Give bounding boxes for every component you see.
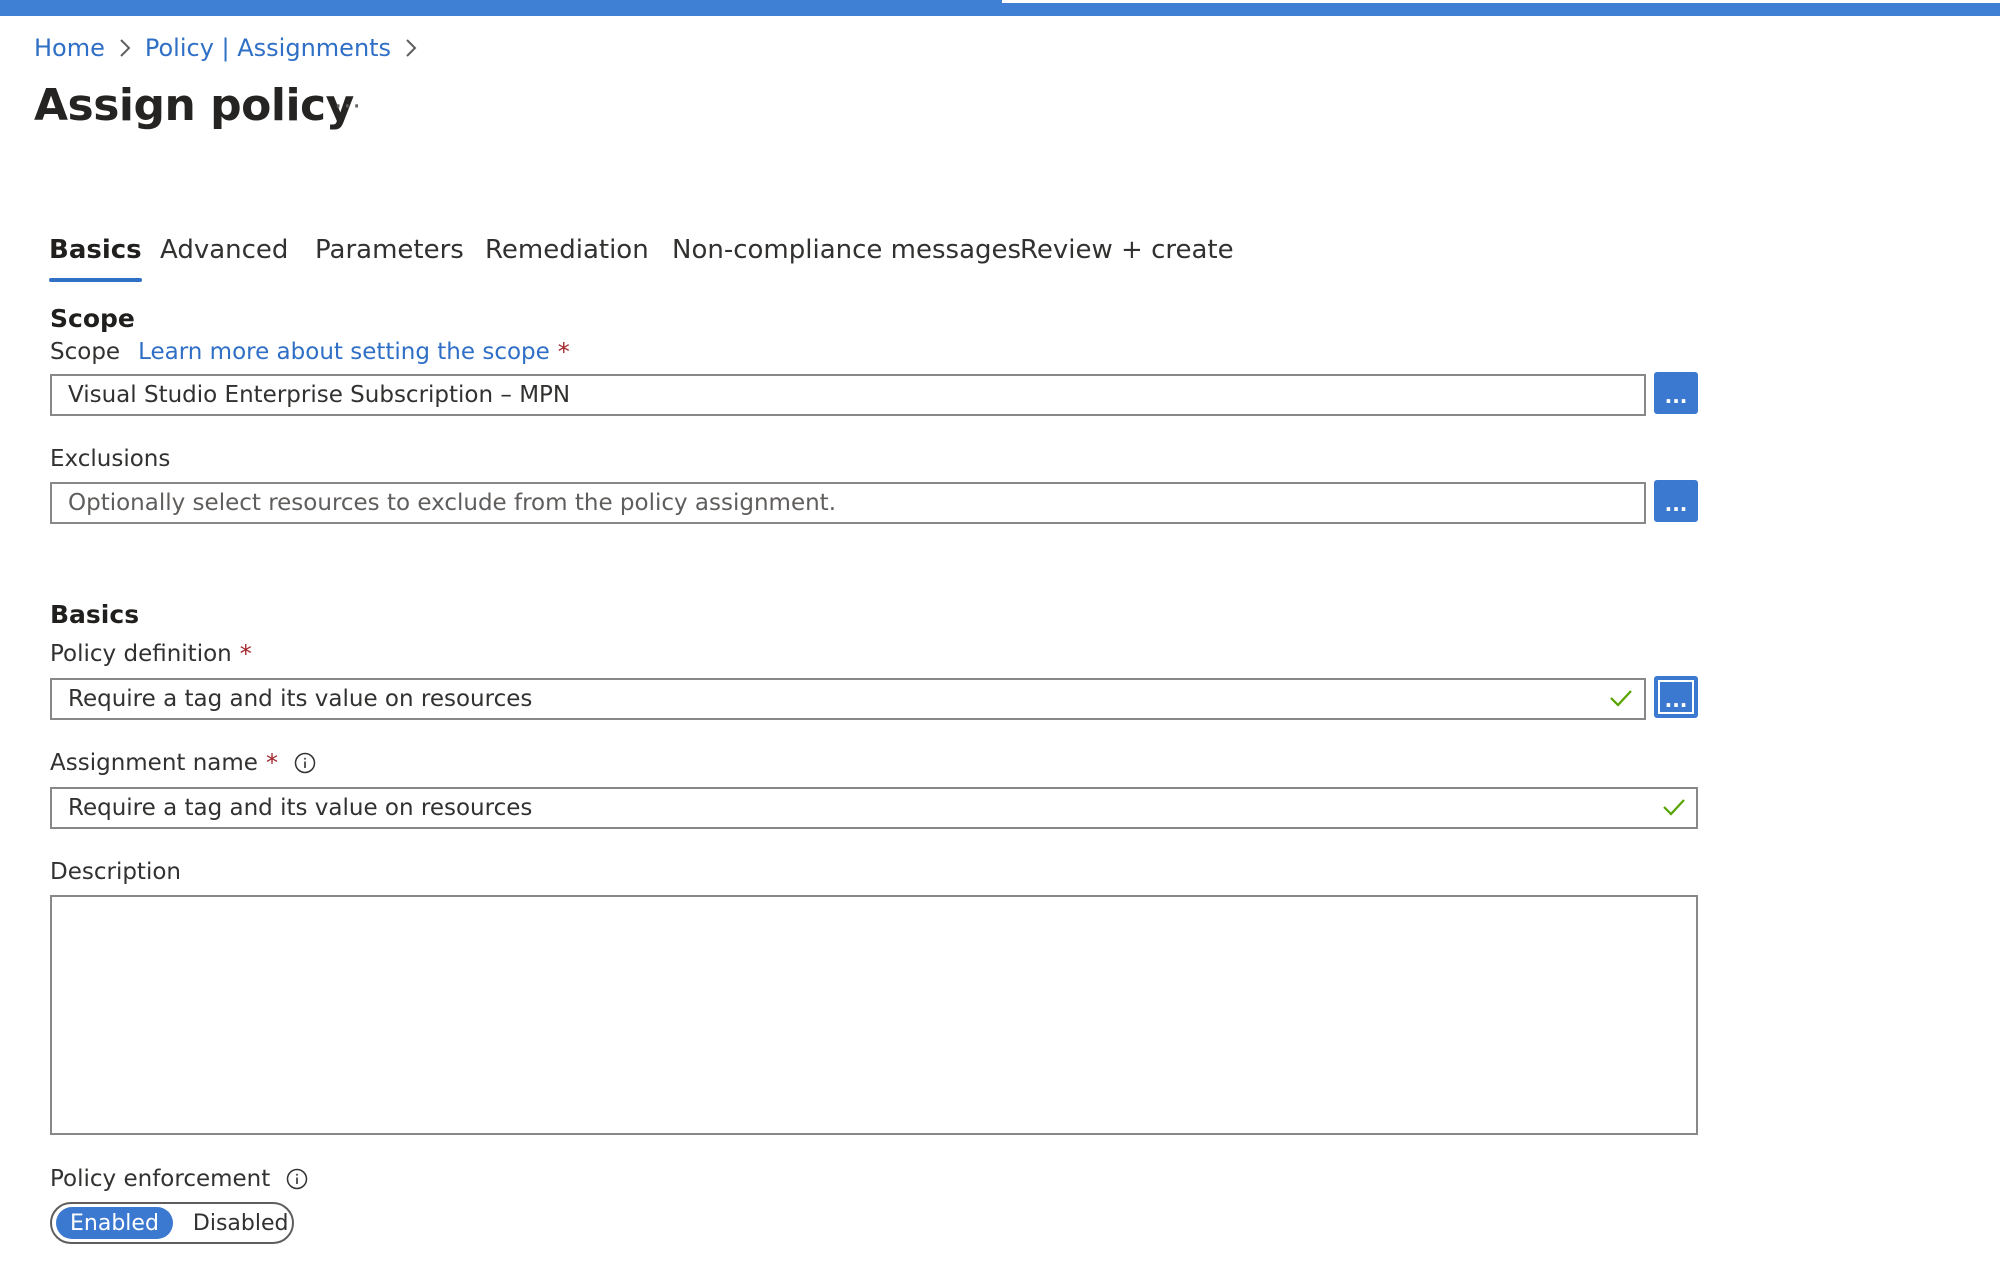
scope-browse-button[interactable]: ...: [1654, 372, 1698, 414]
checkmark-icon: [1662, 797, 1686, 817]
policy-definition-browse-button[interactable]: ...: [1654, 676, 1698, 718]
top-header-bar-gap: [1002, 0, 2000, 3]
scope-section-heading: Scope: [50, 304, 135, 333]
basics-section-heading: Basics: [50, 600, 140, 629]
policy-enforcement-label-row: Policy enforcement: [50, 1166, 308, 1192]
breadcrumb: Home Policy | Assignments: [34, 32, 431, 64]
breadcrumb-home-link[interactable]: Home: [34, 34, 105, 62]
policy-enforcement-toggle: Enabled Disabled: [50, 1202, 294, 1244]
tab-review-create[interactable]: Review + create: [1020, 228, 1234, 284]
tab-basics[interactable]: Basics: [49, 228, 142, 284]
enforcement-disabled-option[interactable]: Disabled: [179, 1207, 303, 1239]
description-textarea[interactable]: [50, 895, 1698, 1135]
tab-advanced[interactable]: Advanced: [160, 228, 288, 284]
tab-non-compliance-messages[interactable]: Non-compliance messages: [672, 228, 1021, 284]
policy-definition-field[interactable]: [50, 678, 1646, 720]
scope-label-row: Scope Learn more about setting the scope…: [50, 338, 570, 366]
assignment-name-label: Assignment name: [50, 750, 258, 776]
assignment-name-field[interactable]: [50, 787, 1698, 829]
tab-parameters[interactable]: Parameters: [315, 228, 464, 284]
page-title: Assign policy: [34, 80, 354, 131]
policy-enforcement-label: Policy enforcement: [50, 1166, 271, 1192]
required-indicator: *: [265, 749, 278, 777]
checkmark-icon: [1609, 688, 1633, 708]
scope-label: Scope: [50, 339, 121, 365]
scope-learn-more-link[interactable]: Learn more about setting the scope: [138, 339, 550, 365]
more-options-button[interactable]: ···: [334, 92, 362, 122]
required-indicator: *: [557, 338, 570, 366]
enforcement-enabled-option[interactable]: Enabled: [56, 1207, 173, 1239]
chevron-right-icon: [119, 38, 131, 58]
description-label: Description: [50, 859, 181, 885]
exclusions-field[interactable]: [50, 482, 1646, 524]
info-icon[interactable]: [294, 752, 316, 774]
info-icon[interactable]: [286, 1168, 308, 1190]
tab-remediation[interactable]: Remediation: [485, 228, 649, 284]
scope-field[interactable]: [50, 374, 1646, 416]
exclusions-label: Exclusions: [50, 446, 171, 472]
chevron-right-icon: [405, 38, 417, 58]
required-indicator: *: [239, 640, 252, 668]
policy-definition-label-row: Policy definition *: [50, 640, 252, 668]
assignment-name-label-row: Assignment name *: [50, 749, 316, 777]
breadcrumb-parent-link[interactable]: Policy | Assignments: [145, 34, 391, 62]
exclusions-browse-button[interactable]: ...: [1654, 480, 1698, 522]
policy-definition-label: Policy definition: [50, 641, 232, 667]
